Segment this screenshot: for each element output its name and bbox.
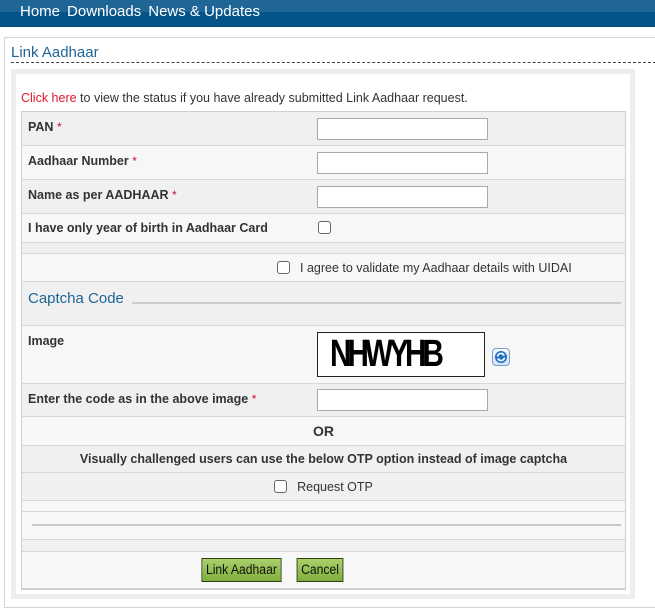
enter-code-label: Enter the code as in the above image * [28, 392, 257, 406]
request-otp-row: Request OTP [22, 473, 625, 501]
otp-note-row: Visually challenged users can use the be… [22, 446, 625, 473]
spacer-row [22, 540, 625, 552]
agree-row: I agree to validate my Aadhaar details w… [22, 254, 625, 282]
spacer-row [22, 501, 625, 512]
name-label: Name as per AADHAAR * [28, 188, 177, 202]
required-mark: * [132, 154, 137, 168]
name-input[interactable] [317, 186, 488, 208]
captcha-code-input[interactable] [317, 389, 488, 411]
agree-label: I agree to validate my Aadhaar details w… [300, 260, 572, 275]
captcha-image: NHWYHB [317, 332, 485, 377]
year-of-birth-checkbox[interactable] [318, 221, 331, 234]
refresh-captcha-button[interactable] [492, 348, 510, 366]
required-mark: * [251, 392, 257, 406]
captcha-section-row: Captcha Code [22, 282, 625, 326]
aadhaar-number-input[interactable] [317, 152, 488, 174]
page-title: Link Aadhaar [11, 44, 99, 61]
status-text: to view the status if you have already s… [76, 91, 468, 105]
top-navigation: Home Downloads News & Updates [0, 0, 655, 27]
divider-row [22, 512, 625, 540]
refresh-icon [495, 351, 507, 363]
aadhaar-number-row: Aadhaar Number * [22, 146, 625, 180]
agree-checkbox[interactable] [277, 261, 290, 274]
year-of-birth-label: I have only year of birth in Aadhaar Car… [28, 221, 268, 235]
link-aadhaar-button[interactable]: Link Aadhaar [201, 558, 282, 582]
captcha-section-title: Captcha Code [28, 290, 124, 307]
request-otp-label: Request OTP [297, 479, 373, 494]
request-otp-checkbox[interactable] [274, 480, 288, 493]
click-here-link[interactable]: Click here [21, 91, 77, 105]
status-line: Click here to view the status if you hav… [21, 91, 468, 105]
or-row: OR [22, 417, 625, 446]
otp-note: Visually challenged users can use the be… [79, 452, 568, 466]
year-of-birth-row: I have only year of birth in Aadhaar Car… [22, 214, 625, 243]
required-mark: * [172, 188, 177, 202]
required-mark: * [56, 120, 62, 134]
nav-news-updates[interactable]: News & Updates [148, 2, 260, 22]
pan-input[interactable] [317, 118, 488, 140]
or-label: OR [313, 423, 334, 439]
pan-label: PAN * [28, 120, 62, 134]
aadhaar-number-label: Aadhaar Number * [28, 154, 137, 168]
link-aadhaar-form: PAN * Aadhaar Number * Name as per AADHA… [21, 111, 626, 590]
cancel-button[interactable]: Cancel [296, 558, 344, 582]
form-panel: Click here to view the status if you hav… [11, 69, 635, 599]
nav-downloads[interactable]: Downloads [67, 2, 141, 22]
title-divider [11, 62, 655, 63]
section-divider [132, 302, 621, 304]
captcha-image-row: Image NHWYHB [22, 326, 625, 384]
name-row: Name as per AADHAAR * [22, 180, 625, 214]
enter-code-row: Enter the code as in the above image * [22, 384, 625, 417]
pan-row: PAN * [22, 112, 625, 146]
form-divider [32, 524, 621, 526]
nav-home[interactable]: Home [20, 2, 60, 22]
spacer-row [22, 243, 625, 254]
form-panel-inner: Click here to view the status if you hav… [16, 74, 630, 594]
buttons-row: Link Aadhaar Cancel [22, 552, 625, 588]
captcha-image-label: Image [28, 334, 65, 348]
content-frame: Link Aadhaar Click here to view the stat… [4, 37, 655, 608]
